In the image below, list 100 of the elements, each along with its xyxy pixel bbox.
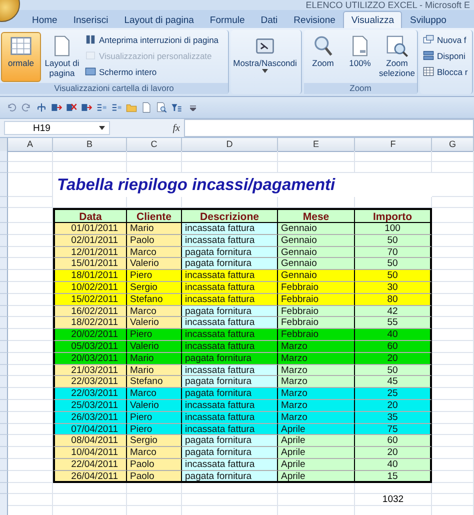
tree-icon: [36, 102, 47, 113]
name-box[interactable]: H19: [4, 121, 110, 135]
ribbon-tab[interactable]: Visualizza: [343, 11, 402, 28]
ribbon-button[interactable]: 100%: [342, 32, 378, 82]
table-cell: Sergio: [127, 435, 182, 448]
table-cell: Marco: [127, 306, 182, 318]
row-header[interactable]: [0, 197, 8, 208]
row-header[interactable]: [0, 340, 8, 353]
row-header[interactable]: [0, 270, 8, 282]
table-cell: Marzo: [278, 376, 355, 388]
row-header[interactable]: [0, 329, 8, 341]
table-cell: pagata fornitura: [182, 376, 278, 388]
row-header[interactable]: [0, 151, 8, 162]
row-header[interactable]: [0, 447, 8, 459]
row-header[interactable]: [0, 504, 8, 515]
ribbon-button[interactable]: Disponi: [421, 48, 470, 63]
ribbon-tab[interactable]: Layout di pagina: [116, 11, 202, 28]
row-header[interactable]: [0, 173, 8, 197]
select-all-corner[interactable]: [0, 138, 8, 152]
row-header[interactable]: [0, 435, 8, 448]
ribbon-tab[interactable]: Revisione: [286, 11, 344, 28]
row-header[interactable]: [0, 424, 8, 436]
ribbon-button[interactable]: ormale: [1, 32, 41, 82]
table-cell: pagata fornitura: [182, 246, 278, 258]
column-heading: Data: [53, 208, 127, 223]
row-header[interactable]: [0, 234, 8, 247]
ribbon-tab[interactable]: Sviluppo: [402, 11, 454, 28]
table-cell: Marco: [127, 447, 182, 459]
row-header[interactable]: [0, 282, 8, 294]
row-header[interactable]: [0, 294, 8, 306]
sheet-cell: [432, 340, 474, 353]
insert-function-button[interactable]: fx: [172, 122, 180, 134]
sheet-cell: [127, 151, 182, 162]
sheet-cell: [432, 364, 474, 376]
ribbon-button[interactable]: Layout di pagina: [42, 32, 82, 82]
table-cell: Febbraio: [278, 329, 355, 341]
table-cell: Aprile: [278, 424, 355, 436]
ribbon-button[interactable]: Schermo intero: [83, 64, 221, 79]
column-header[interactable]: G: [432, 138, 474, 152]
sheet-cell: [127, 494, 182, 506]
table-cell: 75: [355, 424, 432, 436]
row-header[interactable]: [0, 223, 8, 235]
table-cell: 26/03/2011: [53, 412, 127, 424]
table-cell: Sergio: [127, 282, 182, 294]
table-cell: 22/03/2011: [53, 388, 127, 400]
table-cell: 20: [355, 400, 432, 412]
ribbon-button[interactable]: Mostra/Nascondi: [232, 32, 298, 82]
column-header[interactable]: C: [127, 138, 182, 152]
ribbon-button[interactable]: Anteprima interruzioni di pagina: [83, 32, 221, 47]
column-header[interactable]: B: [53, 138, 127, 152]
column-header[interactable]: A: [8, 138, 53, 152]
ribbon-button[interactable]: Blocca r: [421, 64, 470, 79]
sheet-cell: [432, 424, 474, 436]
ribbon-tab[interactable]: Dati: [252, 11, 286, 28]
row-header[interactable]: [0, 470, 8, 483]
table-cell: 100: [355, 223, 432, 235]
row-header[interactable]: [0, 258, 8, 270]
table-cell: Febbraio: [278, 317, 355, 330]
row-header[interactable]: [0, 388, 8, 400]
folder-icon: [126, 102, 137, 113]
row-header[interactable]: [0, 412, 8, 424]
table-cell: 05/03/2011: [53, 340, 127, 353]
ribbon-button[interactable]: Zoom selezione: [379, 32, 415, 82]
table-cell: 30: [355, 282, 432, 294]
sheet-cell: [432, 173, 474, 197]
table-cell: Valerio: [127, 400, 182, 412]
table-cell: Febbraio: [278, 294, 355, 306]
row-header[interactable]: [0, 482, 8, 494]
row-header[interactable]: [0, 458, 8, 471]
sheet-cell: [432, 447, 474, 459]
column-header[interactable]: E: [278, 138, 355, 152]
sheet-cell: [432, 376, 474, 388]
table-cell: 50: [355, 364, 432, 376]
table-cell: Gennaio: [278, 258, 355, 270]
row-header[interactable]: [0, 317, 8, 330]
table-cell: pagata fornitura: [182, 306, 278, 318]
ribbon-tab[interactable]: Formule: [202, 11, 253, 28]
table-cell: Marco: [127, 388, 182, 400]
formula-field[interactable]: [184, 119, 474, 137]
table-cell: 18/01/2011: [53, 270, 127, 282]
table-cell: Gennaio: [278, 246, 355, 258]
row-header[interactable]: [0, 376, 8, 388]
row-header[interactable]: [0, 246, 8, 258]
ribbon-button[interactable]: Zoom: [305, 32, 341, 82]
row-header[interactable]: [0, 364, 8, 376]
column-header[interactable]: F: [355, 138, 432, 152]
customize-icon[interactable]: [190, 104, 196, 110]
row-header[interactable]: [0, 352, 8, 365]
ribbon-tab[interactable]: Home: [24, 11, 66, 28]
table-cell: Mario: [127, 223, 182, 235]
row-header[interactable]: [0, 494, 8, 506]
row-header[interactable]: [0, 208, 8, 223]
table-cell: 50: [355, 270, 432, 282]
row-header[interactable]: [0, 400, 8, 412]
ribbon-button[interactable]: Nuova f: [421, 32, 470, 47]
row-header[interactable]: [0, 162, 8, 173]
table-cell: incassata fattura: [182, 234, 278, 247]
ribbon-tab[interactable]: Inserisci: [65, 11, 116, 28]
row-header[interactable]: [0, 306, 8, 318]
column-header[interactable]: D: [182, 138, 278, 152]
